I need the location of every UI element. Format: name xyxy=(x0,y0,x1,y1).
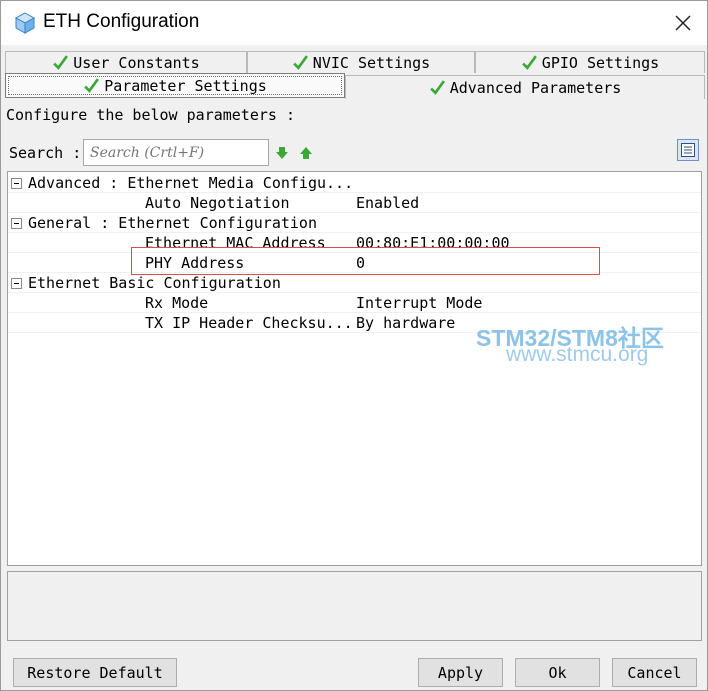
group-label: General : Ethernet Configuration xyxy=(28,214,317,232)
tab-gpio-settings[interactable]: GPIO Settings xyxy=(475,51,705,73)
param-value[interactable]: Enabled xyxy=(356,193,419,213)
window-title: ETH Configuration xyxy=(43,11,200,32)
list-view-icon xyxy=(681,143,695,157)
param-row-ethernet-mac-address[interactable]: Ethernet MAC Address 00:80:E1:00:00:00 xyxy=(8,233,701,253)
group-label: Advanced : Ethernet Media Configu... xyxy=(28,174,354,192)
collapse-icon[interactable] xyxy=(11,278,22,289)
panel-description: Configure the below parameters : xyxy=(6,106,295,124)
param-value[interactable]: By hardware xyxy=(356,313,455,333)
apply-button[interactable]: Apply xyxy=(418,658,503,687)
list-view-button[interactable] xyxy=(677,139,699,161)
check-icon xyxy=(292,55,308,70)
param-name: Ethernet MAC Address xyxy=(145,234,326,252)
tab-parameter-settings[interactable]: Parameter Settings xyxy=(5,73,345,98)
ok-button[interactable]: Ok xyxy=(515,658,600,687)
tree-group-general[interactable]: General : Ethernet Configuration xyxy=(8,213,701,233)
close-icon xyxy=(675,15,691,31)
param-value[interactable]: 00:80:E1:00:00:00 xyxy=(356,233,510,253)
eth-configuration-dialog: ETH Configuration User Constants NVIC Se… xyxy=(0,0,708,691)
close-button[interactable] xyxy=(669,9,697,37)
tree-group-ethernet-basic[interactable]: Ethernet Basic Configuration xyxy=(8,273,701,293)
group-label: Ethernet Basic Configuration xyxy=(28,274,281,292)
tab-nvic-settings[interactable]: NVIC Settings xyxy=(247,51,475,73)
arrow-down-icon[interactable] xyxy=(274,145,290,161)
collapse-icon[interactable] xyxy=(11,218,22,229)
tab-user-constants[interactable]: User Constants xyxy=(5,51,247,73)
cancel-button[interactable]: Cancel xyxy=(612,658,697,687)
param-name: Rx Mode xyxy=(145,294,209,312)
check-icon xyxy=(53,55,69,70)
tab-label: User Constants xyxy=(73,53,200,72)
param-name: TX IP Header Checksu... xyxy=(145,314,353,332)
title-bar: ETH Configuration xyxy=(1,1,707,45)
tab-label: Parameter Settings xyxy=(104,76,267,95)
tab-advanced-parameters[interactable]: Advanced Parameters xyxy=(345,75,705,99)
check-icon xyxy=(429,80,445,95)
param-row-phy-address[interactable]: PHY Address 0 xyxy=(8,253,701,273)
param-name: Auto Negotiation xyxy=(145,194,290,212)
param-row-auto-negotiation[interactable]: Auto Negotiation Enabled xyxy=(8,193,701,213)
check-icon xyxy=(84,78,100,93)
tab-label: Advanced Parameters xyxy=(449,78,622,97)
parameter-description-area xyxy=(7,571,702,641)
app-cube-icon xyxy=(14,12,36,34)
param-value[interactable]: Interrupt Mode xyxy=(356,293,482,313)
parameter-tree: Advanced : Ethernet Media Configu... Aut… xyxy=(7,171,702,566)
search-label: Search : xyxy=(9,144,82,162)
tab-label: GPIO Settings xyxy=(541,53,660,72)
tab-label: NVIC Settings xyxy=(312,53,431,72)
search-input[interactable] xyxy=(83,139,269,166)
param-name: PHY Address xyxy=(145,254,245,272)
restore-default-button[interactable]: Restore Default xyxy=(13,658,177,687)
tree-group-advanced[interactable]: Advanced : Ethernet Media Configu... xyxy=(8,173,701,193)
collapse-icon[interactable] xyxy=(11,178,22,189)
arrow-up-icon[interactable] xyxy=(298,145,314,161)
watermark-url: www.stmcu.org xyxy=(506,343,649,366)
param-row-rx-mode[interactable]: Rx Mode Interrupt Mode xyxy=(8,293,701,313)
check-icon xyxy=(521,55,537,70)
param-value[interactable]: 0 xyxy=(356,253,365,273)
